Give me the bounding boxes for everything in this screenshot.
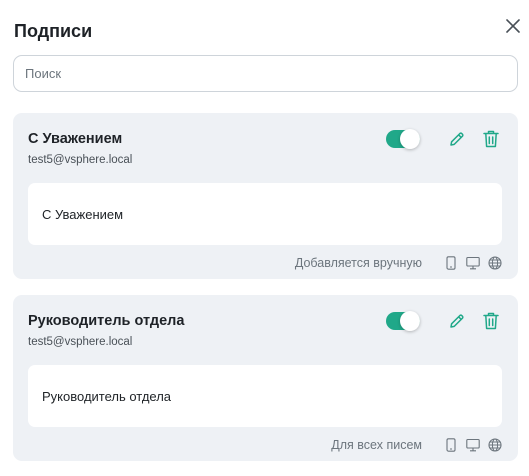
signature-usage: Для всех писем [331,438,422,452]
dialog-header: Подписи [14,19,529,42]
edit-button[interactable] [446,310,468,332]
web-icon [488,438,502,452]
toggle-knob [400,129,420,149]
delete-button[interactable] [480,128,502,150]
signature-card: С Уважением test5@vsphere.local С Уважен… [13,113,518,279]
trash-icon [483,130,499,148]
trash-icon [483,312,499,330]
web-icon [488,256,502,270]
signature-name: С Уважением [28,131,123,147]
signature-preview: С Уважением [28,183,502,245]
signature-email: test5@vsphere.local [28,154,133,166]
signature-enabled-toggle[interactable] [386,129,420,149]
signature-usage: Добавляется вручную [294,256,422,270]
close-button[interactable] [503,16,523,36]
delete-button[interactable] [480,310,502,332]
desktop-icon [466,438,480,452]
pencil-icon [450,314,464,328]
pencil-icon [450,132,464,146]
toggle-knob [400,311,420,331]
edit-button[interactable] [446,128,468,150]
signature-actions [386,310,502,332]
dialog-title: Подписи [14,21,93,41]
desktop-icon [466,256,480,270]
signature-name: Руководитель отдела [28,313,185,329]
search-input[interactable] [13,55,518,92]
signature-email: test5@vsphere.local [28,336,133,348]
signature-preview: Руководитель отдела [28,365,502,427]
signature-footer: Добавляется вручную [295,255,502,271]
signature-actions [386,128,502,150]
signature-card: Руководитель отдела test5@vsphere.local … [13,295,518,461]
search-box [13,55,518,92]
signature-enabled-toggle[interactable] [386,311,420,331]
close-icon [506,19,520,33]
mobile-icon [444,256,458,270]
mobile-icon [444,438,458,452]
signature-footer: Для всех писем [331,437,502,453]
